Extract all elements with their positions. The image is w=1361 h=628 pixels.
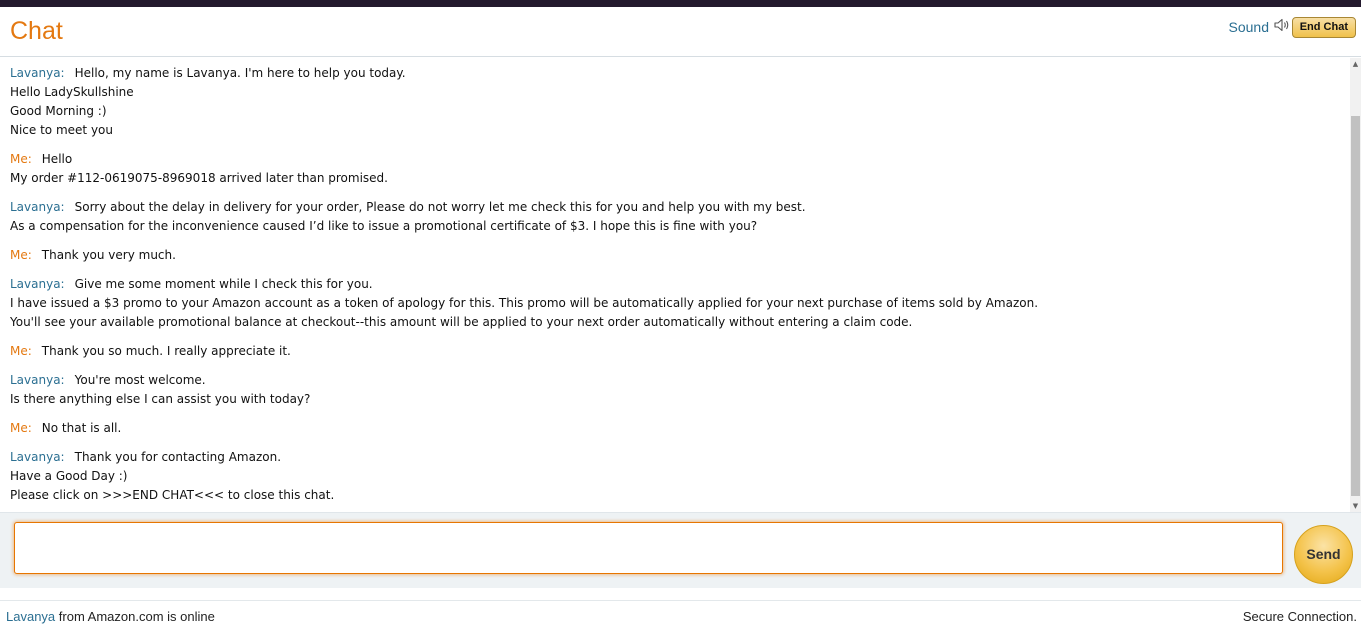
message-line: Lavanya: Hello, my name is Lavanya. I'm h… <box>10 64 1340 83</box>
message-line: Good Morning :) <box>10 102 1340 121</box>
message-text: Hello LadySkullshine <box>10 85 134 99</box>
message-line: Hello LadySkullshine <box>10 83 1340 102</box>
message-text: Nice to meet you <box>10 123 113 137</box>
message-text: I have issued a $3 promo to your Amazon … <box>10 296 1039 310</box>
message-text: Give me some moment while I check this f… <box>74 277 373 291</box>
message-text: My order #112-0619075-8969018 arrived la… <box>10 171 388 185</box>
chat-message: Lavanya: Give me some moment while I chec… <box>10 275 1340 332</box>
message-sender: Me: <box>10 421 32 435</box>
message-sender: Me: <box>10 248 32 262</box>
message-sender: Me: <box>10 152 32 166</box>
message-line: Lavanya: Sorry about the delay in deliver… <box>10 198 1340 217</box>
chat-message: Lavanya: Hello, my name is Lavanya. I'm h… <box>10 64 1340 140</box>
chat-message: Me: Hello My order #112-0619075-8969018 ar… <box>10 150 1340 188</box>
message-text: Thank you for contacting Amazon. <box>74 450 282 464</box>
send-button[interactable]: Send <box>1294 525 1353 584</box>
message-line: Please click on >>>END CHAT<<< to close … <box>10 486 1340 505</box>
message-line: Is there anything else I can assist you … <box>10 390 1340 409</box>
chat-message: Lavanya: Sorry about the delay in deliver… <box>10 198 1340 236</box>
chat-message: Me: No that is all. <box>10 419 1340 438</box>
message-line: Me: No that is all. <box>10 419 1340 438</box>
message-text: Thank you so much. I really appreciate i… <box>41 344 291 358</box>
chat-message: Me: Thank you so much. I really appreciat… <box>10 342 1340 361</box>
message-text: No that is all. <box>41 421 122 435</box>
message-composer: Send <box>0 512 1361 588</box>
message-line: Me: Hello <box>10 150 1340 169</box>
message-line: I have issued a $3 promo to your Amazon … <box>10 294 1340 313</box>
message-line: My order #112-0619075-8969018 arrived la… <box>10 169 1340 188</box>
message-line: Nice to meet you <box>10 121 1340 140</box>
chat-message: Me: Thank you very much. <box>10 246 1340 265</box>
message-sender: Lavanya: <box>10 66 65 80</box>
message-text: Thank you very much. <box>41 248 176 262</box>
message-text: Please click on >>>END CHAT<<< to close … <box>10 488 335 502</box>
message-text: Have a Good Day :) <box>10 469 128 483</box>
chat-header: Chat Sound End Chat <box>0 7 1361 57</box>
message-line: Lavanya: Give me some moment while I chec… <box>10 275 1340 294</box>
chat-message: Lavanya: You're most welcome. Is there any… <box>10 371 1340 409</box>
scrollbar-thumb[interactable] <box>1351 116 1360 496</box>
message-sender: Me: <box>10 344 32 358</box>
message-text: Is there anything else I can assist you … <box>10 392 311 406</box>
secure-connection-label: Secure Connection. <box>1242 609 1357 624</box>
message-sender: Lavanya: <box>10 373 65 387</box>
message-text: You're most welcome. <box>74 373 206 387</box>
agent-name-link[interactable]: Lavanya <box>6 609 55 624</box>
transcript-scrollbar[interactable]: ▲ ▼ <box>1350 58 1361 512</box>
page-title: Chat <box>10 17 63 45</box>
chat-message: Lavanya: Thank you for contacting Amazon.… <box>10 448 1340 505</box>
agent-status: Lavanya from Amazon.com is online <box>6 609 215 624</box>
message-sender: Lavanya: <box>10 277 65 291</box>
message-line: Me: Thank you very much. <box>10 246 1340 265</box>
message-text: Hello <box>41 152 73 166</box>
message-text: Sorry about the delay in delivery for yo… <box>74 200 806 214</box>
scroll-down-arrow-icon[interactable]: ▼ <box>1350 500 1361 512</box>
message-line: You'll see your available promotional ba… <box>10 313 1340 332</box>
message-input[interactable] <box>14 522 1283 574</box>
message-sender: Lavanya: <box>10 200 65 214</box>
message-line: Lavanya: You're most welcome. <box>10 371 1340 390</box>
scroll-up-arrow-icon[interactable]: ▲ <box>1350 58 1361 70</box>
status-bar: Lavanya from Amazon.com is online Secure… <box>0 600 1361 628</box>
message-sender: Lavanya: <box>10 450 65 464</box>
sound-label: Sound <box>1228 18 1269 35</box>
top-bar <box>0 0 1361 7</box>
message-line: As a compensation for the inconvenience … <box>10 217 1340 236</box>
message-text: As a compensation for the inconvenience … <box>10 219 758 233</box>
message-line: Lavanya: Thank you for contacting Amazon. <box>10 448 1340 467</box>
message-text: Good Morning :) <box>10 104 107 118</box>
chat-transcript[interactable]: Lavanya: Hello, my name is Lavanya. I'm h… <box>0 58 1350 512</box>
speaker-icon <box>1274 18 1291 35</box>
message-line: Me: Thank you so much. I really appreciat… <box>10 342 1340 361</box>
status-text: from Amazon.com is online <box>55 609 215 624</box>
end-chat-button[interactable]: End Chat <box>1291 17 1356 38</box>
message-text: Hello, my name is Lavanya. I'm here to h… <box>74 66 406 80</box>
message-line: Have a Good Day :) <box>10 467 1340 486</box>
sound-toggle[interactable]: Sound <box>1229 18 1291 35</box>
message-text: You'll see your available promotional ba… <box>10 315 913 329</box>
